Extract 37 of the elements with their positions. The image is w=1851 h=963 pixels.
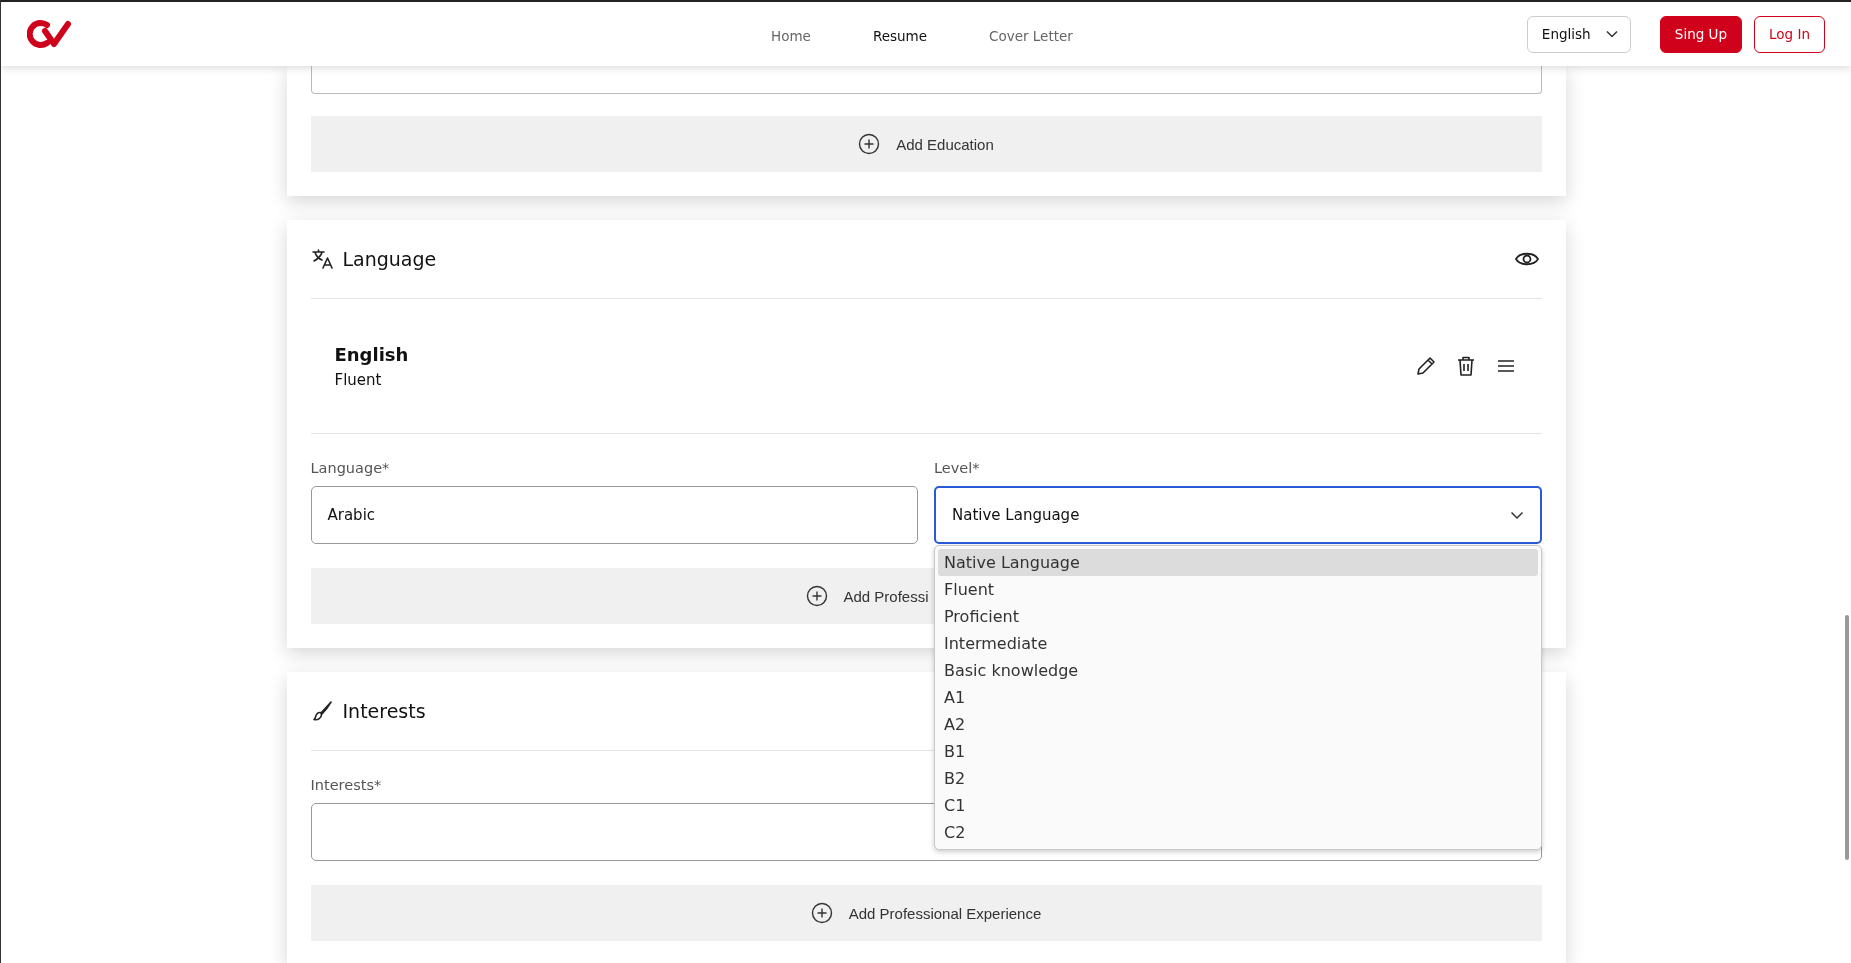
language-name: English [334, 343, 409, 365]
dropdown-option[interactable]: A1 [938, 684, 1538, 711]
scrollbar-thumb[interactable] [1845, 615, 1849, 860]
field-label: Interests* [310, 777, 382, 793]
dropdown-option[interactable]: Fluent [938, 576, 1538, 603]
plus-circle-icon [805, 585, 828, 607]
log-in-button[interactable]: Log In [1754, 15, 1825, 53]
plus-circle-icon [810, 902, 833, 924]
nav-link[interactable]: Home [771, 28, 811, 44]
field-label: Level* [934, 460, 980, 476]
dropdown-option[interactable]: Basic knowledge [938, 657, 1538, 684]
translate-icon [310, 247, 335, 271]
chevron-down-icon [1509, 510, 1524, 520]
section-title: Interests [342, 700, 426, 722]
add-experience-button[interactable]: Add Professional Experience [310, 885, 1542, 941]
dropdown-option[interactable]: B1 [938, 738, 1538, 765]
sign-up-button[interactable]: Sing Up [1659, 15, 1743, 53]
chevron-down-icon [1605, 30, 1618, 38]
dropdown-option[interactable]: Intermediate [938, 630, 1538, 657]
logo-icon[interactable] [27, 19, 71, 49]
nav-link[interactable]: Resume [872, 28, 927, 44]
section-title: Language [342, 248, 437, 270]
dropdown-option[interactable]: C2 [938, 819, 1538, 846]
add-education-button[interactable]: Add Education [310, 116, 1542, 172]
plus-circle-icon [858, 133, 881, 155]
dropdown-option[interactable]: Native Language [938, 549, 1538, 576]
language-select[interactable]: English [1526, 15, 1631, 53]
field-label: Language* [310, 460, 390, 476]
dropdown-option[interactable]: C1 [938, 792, 1538, 819]
nav-link[interactable]: Cover Letter [989, 28, 1073, 44]
dropdown-option[interactable]: A2 [938, 711, 1538, 738]
language-proficiency: Fluent [334, 370, 383, 389]
language-field[interactable]: Arabic [310, 486, 918, 544]
dropdown-option[interactable]: B2 [938, 765, 1538, 792]
text-field[interactable] [310, 66, 1542, 94]
brush-icon [310, 699, 335, 723]
level-select[interactable]: Native Language [934, 486, 1542, 544]
